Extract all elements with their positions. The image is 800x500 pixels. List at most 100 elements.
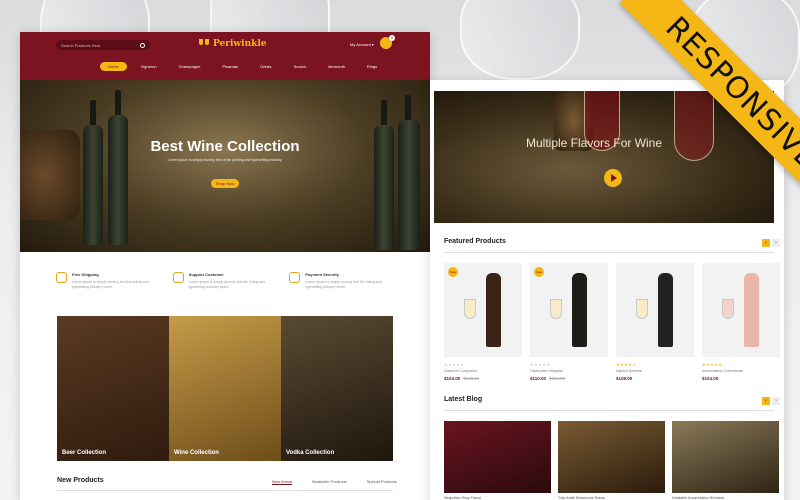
blog-title[interactable]: Inimitable Accumulation Richness [672,496,779,500]
blog-title[interactable]: Neapolitan Sirup Faroid [444,496,551,500]
blog-image[interactable] [672,421,779,493]
category-vodka[interactable]: Vodka Collection [281,316,393,461]
feature-text: Lorem ipsum is simply dummy text the ind… [188,280,266,289]
desktop-mockup: Search Products Here Periwinkle My Accou… [20,32,430,500]
featured-products-list: Sale ★★★★★ Cabernet Compositor $104.00 $1… [444,263,780,381]
site-header: Search Products Here Periwinkle My Accou… [20,32,430,80]
blog-title[interactable]: Gulp Addle Brewhouse Rotula [558,496,665,500]
blog-arrows: ‹ › [762,397,780,405]
feature-title: Payment Security [305,272,339,277]
logo[interactable]: Periwinkle [198,39,267,49]
product-card[interactable]: ★★★★★ Adjunct Queenie $108.00 [616,263,694,381]
tab-bestseller[interactable]: Bestseller Products [312,479,346,485]
cart-count-badge: 0 [389,35,395,41]
divider [444,252,774,253]
product-name[interactable]: Accumulation Greenhouse [702,369,780,373]
feature-text: Lorem ipsum is simply dummy text the ind… [72,280,149,289]
featured-arrows: ‹ › [762,239,780,247]
nav-item-scotch[interactable]: Scotch [286,62,314,71]
product-image[interactable]: Sale [530,263,608,357]
search-placeholder: Search Products Here [61,42,101,48]
old-price: $125.00 [549,376,566,381]
new-products-title: New Products [57,477,104,484]
tab-special[interactable]: Special Products [367,479,397,485]
glass-decoration [460,0,580,80]
nav-item-champagne[interactable]: Champagne [171,62,209,71]
category-banners: Beer Collection Wine Collection Vodka Co… [57,316,393,461]
tablet-mockup: Multiple Flavors For Wine Featured Produ… [430,80,784,500]
search-icon[interactable] [140,42,145,48]
nav-item-home[interactable]: Home [100,62,127,71]
product-price: $104.00 [702,376,719,381]
nav-item-vermouth[interactable]: Vermouth [320,62,353,71]
feature-title: Free Shipping [72,272,99,277]
hero-subtitle: Lorem Ipsum is simply dummy text of the … [167,158,283,162]
support-icon [172,272,184,283]
account-menu[interactable]: My Account ▾ [350,42,374,47]
logo-text: Periwinkle [213,39,267,49]
nav-item-vigneron[interactable]: Vigneron [133,62,165,71]
blog-card[interactable]: Gulp Addle Brewhouse Rotula [558,421,665,500]
divider [57,490,393,491]
chevron-right-icon[interactable]: › [772,397,780,405]
product-name[interactable]: Capsicabin Hamplian [530,369,608,373]
product-price: $108.00 [616,376,633,381]
hero-banner: Best Wine Collection Lorem Ipsum is simp… [20,80,430,252]
rating-stars: ★★★★★ [530,362,551,367]
blog-card[interactable]: Neapolitan Sirup Faroid [444,421,551,500]
sale-badge: Sale [448,267,458,277]
product-tabs: New Arrival Bestseller Products Special … [272,479,397,485]
category-wine[interactable]: Wine Collection [169,316,281,461]
featured-products-title: Featured Products [444,238,506,245]
wine-glass-image [722,299,734,319]
product-card[interactable]: Sale ★★★★★ Cabernet Compositor $104.00 $1… [444,263,522,381]
feature-item: Free Shipping Lorem ipsum is simply dumm… [56,272,173,290]
wine-glass-image [464,299,476,319]
bottle-image [572,273,587,347]
wine-glass-image [674,91,714,161]
product-price: $104.00 $118.00 [444,376,480,381]
product-card[interactable]: Sale ★★★★★ Capsicabin Hamplian $110.00 $1… [530,263,608,381]
blog-image[interactable] [444,421,551,493]
wine-glass-image [636,299,648,319]
nav-item-drinks[interactable]: Drinks [252,62,279,71]
rating-stars: ★★★★★ [616,362,637,367]
feature-item: Payment Security Lorem ipsum is simply d… [289,272,406,290]
nav-item-rings[interactable]: Rings [359,62,385,71]
product-image[interactable]: Sale [444,263,522,357]
chevron-left-icon[interactable]: ‹ [762,397,770,405]
search-input[interactable]: Search Products Here [56,40,150,50]
nav-item-picardan[interactable]: Picardan [214,62,246,71]
tablet-hero-banner: Multiple Flavors For Wine [434,91,774,223]
latest-blog-title: Latest Blog [444,396,483,403]
product-image[interactable] [616,263,694,357]
product-name[interactable]: Adjunct Queenie [616,369,694,373]
product-name[interactable]: Cabernet Compositor [444,369,522,373]
feature-item: Support Customer Lorem ipsum is simply d… [172,272,290,290]
category-beer[interactable]: Beer Collection [57,316,169,461]
old-price: $118.00 [463,376,480,381]
bottle-image [744,273,759,347]
bottle-image [658,273,673,347]
rating-stars: ★★★★★ [702,362,723,367]
product-card[interactable]: ★★★★★ Accumulation Greenhouse $104.00 [702,263,780,381]
blog-image[interactable] [558,421,665,493]
divider [444,410,774,411]
blog-list: Neapolitan Sirup Faroid Gulp Addle Brewh… [444,421,779,500]
play-icon[interactable] [604,169,622,187]
blog-card[interactable]: Inimitable Accumulation Richness [672,421,779,500]
tab-new-arrival[interactable]: New Arrival [272,479,293,485]
rating-stars: ★★★★★ [444,362,465,367]
payment-icon [289,272,301,283]
bottle-image [108,115,128,245]
feature-text: Lorem ipsum is simply dummy text the ind… [305,280,382,289]
main-nav: Home Vigneron Champagne Picardan Drinks … [100,62,391,71]
sale-badge: Sale [534,267,544,277]
product-image[interactable] [702,263,780,357]
wine-glass-image [550,299,562,319]
feature-title: Support Customer [188,272,224,277]
chevron-right-icon[interactable]: › [772,239,780,247]
chevron-left-icon[interactable]: ‹ [762,239,770,247]
shop-now-button[interactable]: Shop Now [211,179,239,188]
bottle-image [486,273,501,347]
